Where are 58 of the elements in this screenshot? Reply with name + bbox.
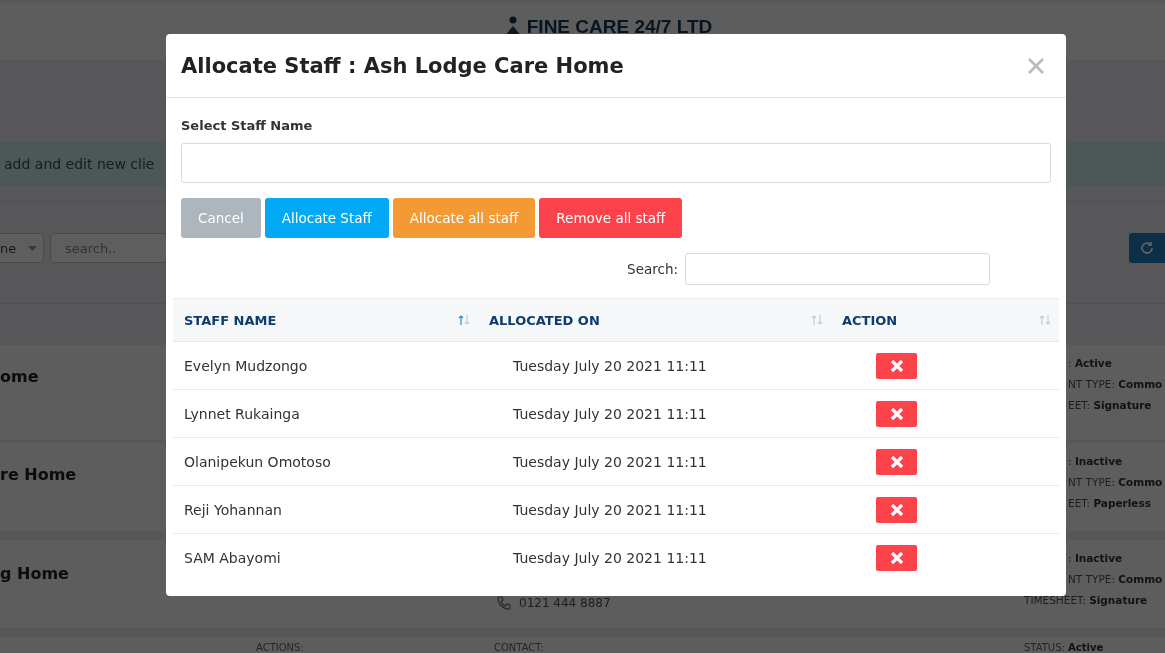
caret-icon [28,245,37,251]
field-label: Select Staff Name [181,118,313,133]
table-cell: Tuesday July 20 2021 11:11 [513,357,707,374]
client-detail: TIMESHEET: Signature [1024,594,1148,606]
action-button[interactable]: Allocate all staff [392,198,536,238]
close-icon [889,550,904,565]
client-name: g Home [0,564,69,583]
client-detail: EET: Signature [1068,399,1152,411]
client-detail: : Active [1068,357,1112,369]
close-icon [889,358,904,373]
action-button[interactable]: Allocate Staff [264,198,389,238]
client-name: ome [0,367,39,386]
field-label: CONTACT: [494,642,544,653]
close-button[interactable] [1026,55,1046,76]
close-icon [1026,55,1046,76]
refresh-icon [1140,241,1154,255]
notice-text: add and edit new clie [3,156,155,172]
close-icon [889,502,904,517]
client-detail: : Inactive [1068,552,1123,564]
remove-button[interactable] [876,544,917,571]
client-name: re Home [0,465,77,484]
table-cell: Tuesday July 20 2021 11:11 [513,405,707,422]
column-header[interactable]: ALLOCATED ON [489,312,600,328]
table-cell: Tuesday July 20 2021 11:11 [513,549,707,566]
client-detail: NT TYPE: Commo [1068,573,1163,585]
search-field[interactable] [685,253,990,285]
client-detail: : Inactive [1068,455,1123,467]
client-detail: NT TYPE: Commo [1068,476,1163,488]
column-header[interactable]: ACTION [842,312,898,328]
modal-title: Allocate Staff : Ash Lodge Care Home [181,53,624,78]
field-label: ACTIONS: [256,642,304,653]
sort-icon[interactable] [458,314,470,326]
action-button[interactable]: Remove all staff [539,198,683,238]
table-cell: Tuesday July 20 2021 11:11 [513,453,707,470]
refresh-button[interactable] [1129,233,1165,263]
brand-name: FINE CARE 24/7 LTD [526,16,713,38]
close-icon [889,406,904,421]
search-label: Search: [627,261,678,277]
action-button[interactable]: Cancel [181,198,261,238]
close-icon [889,454,904,469]
column-header[interactable]: STAFF NAME [184,312,277,328]
filter-select[interactable]: ne [0,233,44,263]
remove-button[interactable] [876,352,917,379]
phone-number: 0121 444 8887 [519,596,611,610]
table-cell: Tuesday July 20 2021 11:11 [513,501,707,518]
client-detail: NT TYPE: Commo [1068,378,1163,390]
client-detail: EET: Paperless [1068,497,1151,509]
table-cell: Reji Yohannan [184,501,282,518]
table-cell: SAM Abayomi [184,549,281,566]
remove-button[interactable] [876,496,917,523]
phone-icon [497,596,511,610]
staff-name-field[interactable] [181,143,1051,183]
table-cell: Evelyn Mudzongo [184,357,308,374]
table-cell: Olanipekun Omotoso [184,453,331,470]
field-label: STATUS: Active [1024,642,1104,653]
table-cell: Lynnet Rukainga [184,405,300,422]
remove-button[interactable] [876,448,917,475]
remove-button[interactable] [876,400,917,427]
